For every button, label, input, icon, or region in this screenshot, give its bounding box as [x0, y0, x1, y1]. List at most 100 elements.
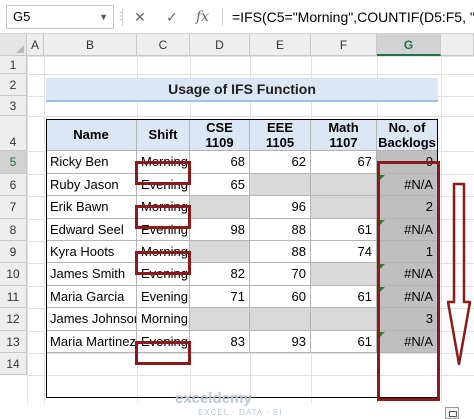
- shift-header[interactable]: Shift: [137, 119, 190, 151]
- table-cell[interactable]: [311, 196, 377, 219]
- column-header-g[interactable]: G: [377, 34, 441, 56]
- row-header-10[interactable]: 10: [0, 263, 27, 286]
- row-header-2[interactable]: 2: [0, 74, 27, 96]
- table-cell[interactable]: Evening: [137, 263, 190, 286]
- column-header-b[interactable]: B: [44, 34, 137, 56]
- error-indicator-icon[interactable]: [379, 175, 385, 181]
- row-header-4[interactable]: 4: [0, 116, 27, 151]
- table-cell[interactable]: 60: [250, 286, 311, 308]
- backlogs-cell[interactable]: 2: [377, 196, 438, 219]
- insert-function-icon[interactable]: fx: [196, 5, 209, 29]
- table-cell[interactable]: 65: [190, 174, 250, 196]
- backlogs-cell[interactable]: 3: [377, 308, 438, 331]
- column-header-filler: [441, 34, 474, 56]
- backlogs-cell[interactable]: #N/A: [377, 263, 438, 286]
- table-cell[interactable]: Evening: [137, 286, 190, 308]
- backlogs-cell[interactable]: #N/A: [377, 286, 438, 308]
- table-cell[interactable]: [190, 196, 250, 219]
- table-cell[interactable]: 88: [250, 219, 311, 241]
- table-cell[interactable]: Erik Bawn: [46, 196, 137, 219]
- math-1107-header[interactable]: Math 1107: [311, 119, 377, 151]
- watermark-logo: exceldemy: [175, 390, 252, 407]
- more-options-icon[interactable]: ⋮: [116, 5, 126, 29]
- row-header-6[interactable]: 6: [0, 174, 27, 196]
- table-cell[interactable]: [311, 174, 377, 196]
- column-header-a[interactable]: A: [27, 34, 44, 56]
- backlogs-cell[interactable]: #N/A: [377, 331, 438, 353]
- row-header-7[interactable]: 7: [0, 196, 27, 219]
- table-cell[interactable]: 98: [190, 219, 250, 241]
- error-indicator-icon[interactable]: [379, 220, 385, 226]
- table-cell[interactable]: [250, 174, 311, 196]
- table-cell[interactable]: [190, 241, 250, 263]
- table-cell[interactable]: 93: [250, 331, 311, 353]
- formula-input[interactable]: =IFS(C5="Morning",COUNTIF(D5:F5, "")): [232, 5, 474, 29]
- table-cell[interactable]: Kyra Hoots: [46, 241, 137, 263]
- table-cell[interactable]: [190, 308, 250, 331]
- table-cell[interactable]: Maria Martinez: [46, 331, 137, 353]
- backlogs-cell[interactable]: 1: [377, 241, 438, 263]
- table-cell[interactable]: James Johnson: [46, 308, 137, 331]
- table-cell[interactable]: 68: [190, 151, 250, 174]
- enter-icon[interactable]: ✓: [166, 5, 178, 29]
- table-cell[interactable]: [311, 263, 377, 286]
- error-indicator-icon[interactable]: [379, 264, 385, 270]
- row-header-3[interactable]: 3: [0, 96, 27, 116]
- eee-1105-header[interactable]: EEE 1105: [250, 119, 311, 151]
- row-header-1[interactable]: 1: [0, 56, 27, 74]
- error-indicator-icon[interactable]: [379, 287, 385, 293]
- table-cell[interactable]: Morning: [137, 196, 190, 219]
- table-cell[interactable]: 62: [250, 151, 311, 174]
- backlogs-header[interactable]: No. of Backlogs: [377, 119, 438, 151]
- table-cell[interactable]: James Smith: [46, 263, 137, 286]
- cancel-icon[interactable]: ✕: [134, 5, 146, 29]
- table-cell[interactable]: Morning: [137, 151, 190, 174]
- row-header-14[interactable]: 14: [0, 353, 27, 375]
- backlogs-cell[interactable]: #N/A: [377, 174, 438, 196]
- sheet-title[interactable]: Usage of IFS Function: [46, 78, 438, 102]
- quick-analysis-icon[interactable]: [445, 407, 459, 419]
- column-header-c[interactable]: C: [137, 34, 190, 56]
- table-cell[interactable]: Morning: [137, 308, 190, 331]
- worksheet-grid[interactable]: ABCDEFG 1 2 3 4 5 6 7 8 9 10 11 12 13 14 Usage of IFS…: [0, 34, 474, 419]
- table-cell[interactable]: Evening: [137, 174, 190, 196]
- backlogs-cell[interactable]: #N/A: [377, 219, 438, 241]
- row-header-12[interactable]: 12: [0, 308, 27, 331]
- table-cell[interactable]: Edward Seel: [46, 219, 137, 241]
- table-cell[interactable]: [311, 308, 377, 331]
- table-cell[interactable]: Evening: [137, 331, 190, 353]
- row-header-9[interactable]: 9: [0, 241, 27, 263]
- row-header-8[interactable]: 8: [0, 219, 27, 241]
- table-cell[interactable]: 61: [311, 331, 377, 353]
- table-cell[interactable]: 70: [250, 263, 311, 286]
- table-cell[interactable]: 82: [190, 263, 250, 286]
- table-cell[interactable]: Ruby Jason: [46, 174, 137, 196]
- table-cell[interactable]: Ricky Ben: [46, 151, 137, 174]
- table-cell[interactable]: Maria Garcia: [46, 286, 137, 308]
- row-header-5[interactable]: 5: [0, 151, 27, 174]
- table-cell[interactable]: 74: [311, 241, 377, 263]
- table-cell[interactable]: 61: [311, 286, 377, 308]
- column-header-d[interactable]: D: [190, 34, 250, 56]
- table-cell[interactable]: [250, 308, 311, 331]
- table-cell[interactable]: Morning: [137, 241, 190, 263]
- column-header-e[interactable]: E: [250, 34, 311, 56]
- table-cell[interactable]: 67: [311, 151, 377, 174]
- cse-1109-header[interactable]: CSE 1109: [190, 119, 250, 151]
- backlogs-cell[interactable]: 0: [377, 151, 438, 174]
- table-cell[interactable]: Evening: [137, 219, 190, 241]
- table-cell[interactable]: 71: [190, 286, 250, 308]
- chevron-down-icon[interactable]: ▼: [99, 6, 108, 28]
- table-cell[interactable]: 61: [311, 219, 377, 241]
- row-header-11[interactable]: 11: [0, 286, 27, 308]
- column-header-f[interactable]: F: [311, 34, 377, 56]
- row-header-13[interactable]: 13: [0, 331, 27, 353]
- name-header[interactable]: Name: [46, 119, 137, 151]
- table-cell[interactable]: 88: [250, 241, 311, 263]
- error-indicator-icon[interactable]: [379, 332, 385, 338]
- table-cell[interactable]: 96: [250, 196, 311, 219]
- table-cell[interactable]: 83: [190, 331, 250, 353]
- formula-bar-divider: [122, 8, 123, 26]
- select-all-corner[interactable]: [0, 34, 27, 56]
- name-box[interactable]: G5 ▼: [6, 5, 114, 29]
